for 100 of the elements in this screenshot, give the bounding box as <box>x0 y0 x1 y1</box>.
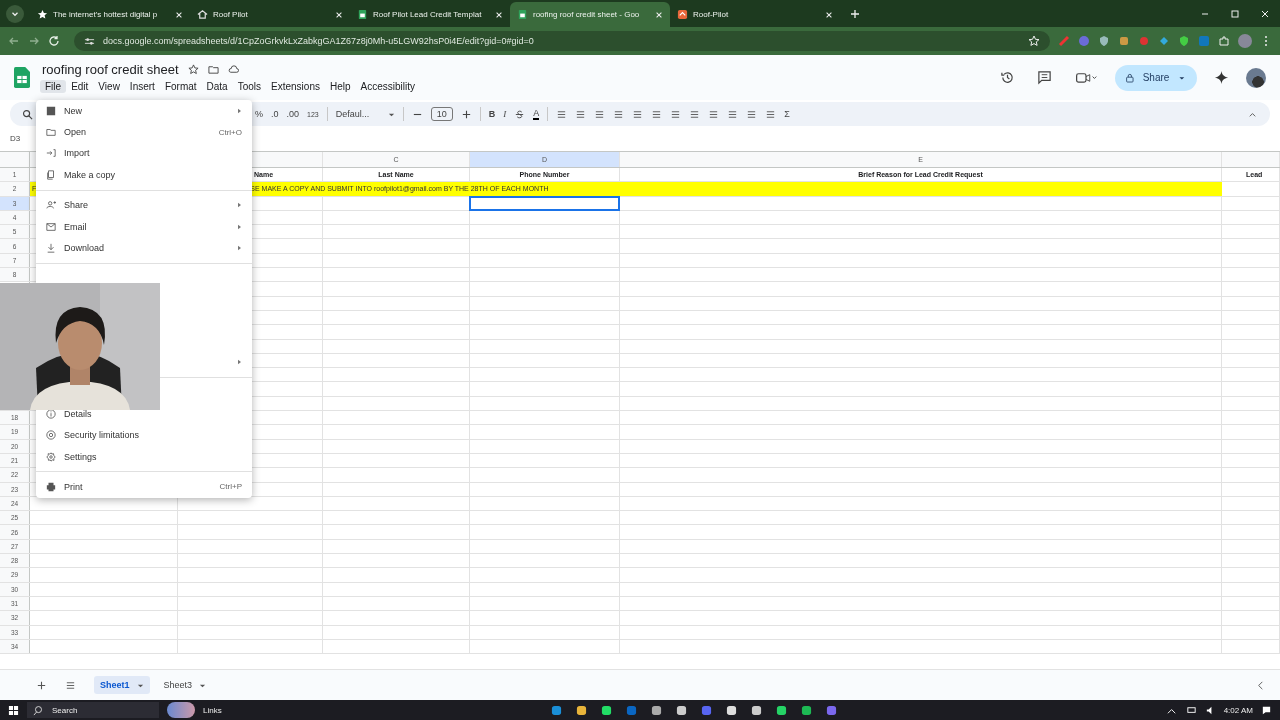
site-settings-icon[interactable] <box>84 35 95 47</box>
menu-item[interactable]: Tools <box>232 80 267 93</box>
taskbar-app-icon[interactable] <box>801 704 813 716</box>
browser-tab[interactable]: Roof Pilot Lead Credit Templat <box>350 2 510 27</box>
taskbar-app-icon[interactable] <box>651 704 663 716</box>
gear-icon <box>46 451 56 462</box>
menu-item[interactable]: Insert <box>124 80 160 93</box>
menu-item[interactable]: Make a copy <box>64 169 116 180</box>
menu-item[interactable]: New <box>64 105 82 116</box>
chevron-left-icon[interactable] <box>1255 679 1266 691</box>
selected-cell[interactable] <box>469 195 620 211</box>
align-icon[interactable] <box>613 108 625 120</box>
shortcut-label: Ctrl+P <box>219 482 242 492</box>
windows-start-icon[interactable] <box>8 704 19 716</box>
history-icon[interactable] <box>1000 70 1015 85</box>
account-avatar[interactable] <box>1246 67 1266 88</box>
taskbar-app-icon[interactable] <box>776 704 788 716</box>
menu-item[interactable]: Details <box>64 408 92 419</box>
decrease-decimal-button[interactable]: .0 <box>271 109 279 119</box>
menu-item[interactable]: Data <box>201 80 233 93</box>
taskbar-search-field[interactable]: Search <box>27 702 159 718</box>
sheets-logo-icon[interactable] <box>14 67 30 88</box>
browser-tab[interactable]: roofing roof credit sheet - Goo <box>510 2 670 27</box>
links-toolbar[interactable]: Links <box>203 705 222 715</box>
shield-icon[interactable] <box>1098 35 1110 47</box>
strikethrough-icon[interactable] <box>514 108 526 120</box>
submenu-arrow-icon <box>237 223 242 230</box>
sum-button[interactable]: Σ <box>784 109 790 119</box>
menu-item[interactable]: Edit <box>66 80 94 93</box>
download-icon <box>46 243 56 254</box>
menu-item[interactable]: Format <box>159 80 202 93</box>
clock[interactable]: 4:02 AM <box>1223 705 1253 715</box>
taskbar-app-icon[interactable] <box>576 704 588 716</box>
house-icon <box>197 9 208 20</box>
restore-icon[interactable] <box>1230 9 1240 19</box>
close-icon[interactable] <box>655 10 663 19</box>
submenu-arrow-icon <box>237 107 242 114</box>
menu-item[interactable]: File <box>40 80 67 93</box>
print-icon <box>46 482 56 492</box>
font-dropdown[interactable]: Defaul... <box>335 109 380 119</box>
increase-decimal-button[interactable]: .00 <box>286 109 300 119</box>
notification-icon[interactable] <box>1261 704 1272 716</box>
move-folder-icon[interactable] <box>207 64 219 75</box>
menu-item[interactable]: Import <box>64 148 90 159</box>
menu-item[interactable]: Share <box>64 200 89 211</box>
cloud-icon[interactable] <box>227 64 239 75</box>
browser-tab[interactable]: The internet's hottest digital p <box>30 2 190 27</box>
forward-icon[interactable] <box>28 35 40 47</box>
tab-list-button[interactable] <box>6 5 24 23</box>
puzzle-icon[interactable] <box>1218 35 1230 47</box>
reload-icon[interactable] <box>48 35 60 47</box>
star-icon[interactable] <box>187 64 199 75</box>
italic-button[interactable]: I <box>503 109 507 119</box>
menu-item[interactable]: Print <box>64 482 83 492</box>
document-title[interactable]: roofing roof credit sheet <box>42 62 179 77</box>
extension-icon[interactable] <box>1118 35 1130 47</box>
add-sheet-icon[interactable] <box>36 679 47 691</box>
network-icon[interactable] <box>1185 704 1197 716</box>
menu-item[interactable]: Open <box>64 127 87 138</box>
plus-icon[interactable] <box>460 108 472 120</box>
close-icon[interactable] <box>825 10 833 19</box>
share-button[interactable]: Share <box>1115 64 1197 91</box>
address-field[interactable]: docs.google.com/spreadsheets/d/1CpZoGrkvkLxZabkgGA1Z67z8j0Mh-u5LGW92hsP0i4E/edit?gid=0#gid=0 <box>74 31 1050 51</box>
menu-icon[interactable] <box>65 679 76 691</box>
name-box[interactable]: D3 <box>10 134 21 143</box>
font-size-field[interactable]: 10 <box>430 107 453 121</box>
new-icon <box>46 105 56 116</box>
sheet-tab[interactable]: Sheet1 <box>94 676 150 694</box>
video-call-icon[interactable] <box>1074 70 1098 85</box>
bold-button[interactable]: B <box>488 109 496 119</box>
bookmark-star-icon[interactable] <box>1028 35 1040 47</box>
close-icon[interactable] <box>175 10 183 19</box>
percent-format-button[interactable]: % <box>255 109 263 119</box>
taskbar-app-icon[interactable] <box>751 704 763 716</box>
taskbar-app-icon[interactable] <box>676 704 688 716</box>
back-icon[interactable] <box>8 35 20 47</box>
browser-tab[interactable]: Roof-Pilot <box>670 2 840 27</box>
close-icon[interactable] <box>495 10 503 19</box>
shortcut-label: Ctrl+O <box>218 127 242 137</box>
search-icon[interactable] <box>22 108 33 120</box>
menu-item[interactable]: Help <box>324 80 356 93</box>
share-icon <box>46 200 56 211</box>
menu-item[interactable]: Extensions <box>266 80 325 93</box>
menu-item[interactable]: Security limitations <box>64 430 140 441</box>
close-icon[interactable] <box>1260 9 1270 19</box>
menu-item[interactable]: View <box>93 80 125 93</box>
shield-icon[interactable] <box>1178 35 1190 47</box>
new-tab-icon[interactable] <box>850 9 860 19</box>
close-icon[interactable] <box>335 10 343 19</box>
info-icon <box>46 408 56 419</box>
sheet-tab[interactable]: Sheet3 <box>157 676 213 694</box>
text-color-button[interactable]: A <box>533 108 540 120</box>
menu-item[interactable]: Email <box>64 221 87 232</box>
sparkle-icon[interactable] <box>1214 70 1229 85</box>
menu-item[interactable]: Settings <box>64 451 97 462</box>
taskbar-app-icon[interactable] <box>726 704 738 716</box>
taskbar-app-icon[interactable] <box>601 704 613 716</box>
menu-item[interactable]: Accessibility <box>355 80 420 93</box>
menu-item[interactable]: Download <box>64 243 105 254</box>
browser-tab[interactable]: Roof Pilot <box>190 2 350 27</box>
